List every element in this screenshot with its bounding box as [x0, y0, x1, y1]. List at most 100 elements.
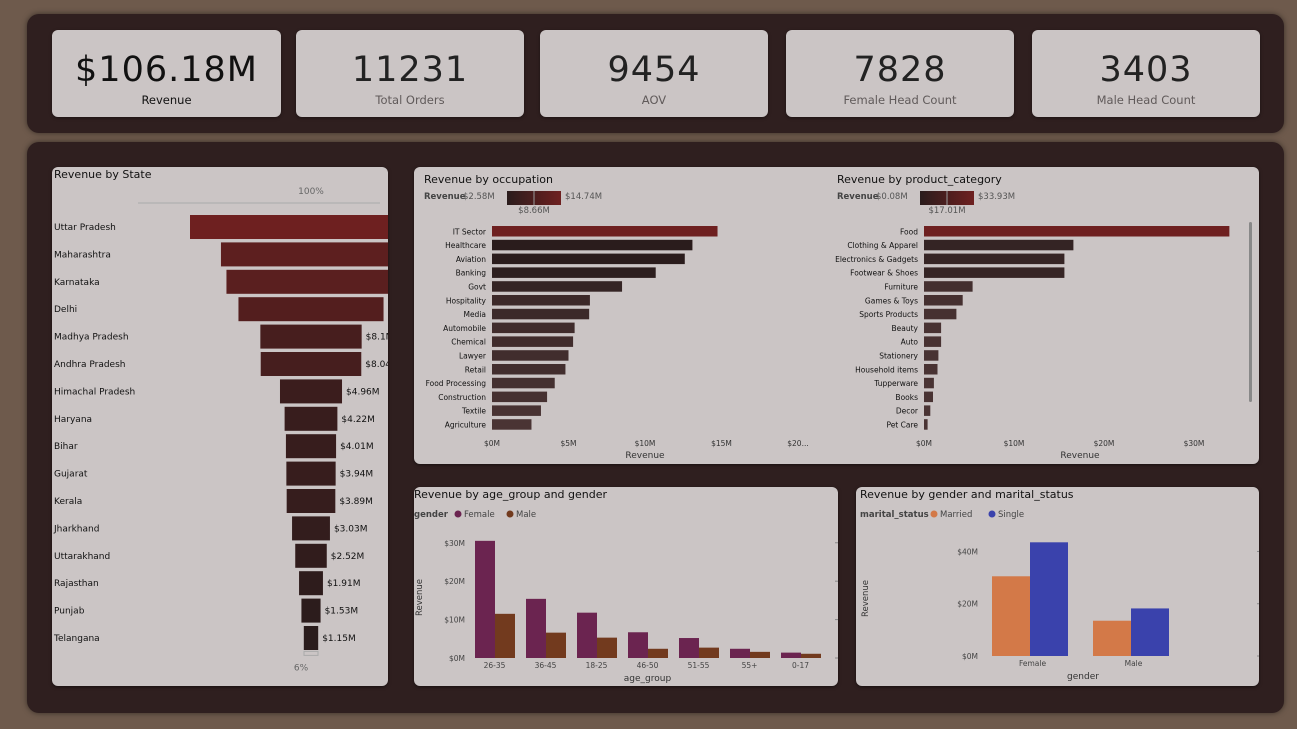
funnel-bottom-marker: [303, 650, 319, 656]
x-axis-label: gender: [1067, 672, 1099, 682]
kpi-label: Female Head Count: [843, 93, 957, 107]
category-label: Tupperware: [873, 379, 918, 388]
column-bar: [801, 653, 821, 658]
category-bar: [924, 322, 942, 334]
state-data-label: $8.04M: [365, 360, 388, 370]
scrollbar: [1249, 222, 1252, 402]
x-tick-label: $0M: [484, 439, 500, 448]
kpi-value: 9454: [607, 50, 701, 90]
kpi-card-female-head-count[interactable]: 7828 Female Head Count: [786, 30, 1014, 117]
x-tick-label: 36-45: [535, 661, 557, 670]
kpi-value: 3403: [1099, 50, 1193, 90]
x-tick-label: 55+: [742, 661, 758, 670]
category-bar: [492, 295, 590, 306]
state-data-label: $8.1M: [366, 333, 388, 343]
category-label: Auto: [901, 338, 919, 347]
kpi-value: $106.18M: [75, 50, 258, 90]
state-bar: [303, 626, 319, 650]
column-bar: [699, 647, 719, 658]
column-bar: [475, 540, 495, 658]
kpi-card-revenue[interactable]: $106.18M Revenue: [52, 30, 281, 117]
category-bar: [924, 419, 928, 430]
state-bar: [299, 571, 323, 596]
category-bar: [492, 281, 623, 292]
category-label: Construction: [438, 393, 486, 402]
x-tick-label: 26-35: [484, 661, 506, 670]
column-bar: [648, 648, 668, 658]
category-bar: [492, 377, 555, 389]
legend-mid: $8.66M: [518, 206, 550, 216]
category-bar: [492, 226, 718, 237]
category-label: Hospitality: [446, 296, 487, 305]
legend-mid: $17.01M: [928, 206, 965, 216]
x-tick-label: $20M: [1094, 439, 1115, 448]
x-axis-label: age_group: [624, 674, 672, 684]
category-bars-panel[interactable]: Revenue by occupation Revenue by product…: [414, 167, 1259, 464]
category-label: Games & Toys: [865, 296, 918, 305]
kpi-card-total-orders[interactable]: 11231 Total Orders: [296, 30, 524, 117]
legend-max: $14.74M: [565, 192, 602, 202]
column-bar: [546, 632, 566, 658]
state-label: Madhya Pradesh: [54, 333, 129, 343]
category-label: Furniture: [884, 282, 918, 291]
x-tick-label: 0-17: [792, 661, 809, 670]
kpi-label: AOV: [641, 93, 667, 107]
funnel-top-label: 100%: [298, 187, 324, 197]
column-bar: [1131, 608, 1169, 656]
x-tick-label: 18-25: [586, 661, 608, 670]
state-bar: [292, 516, 330, 541]
y-axis-label: Revenue: [415, 579, 425, 616]
category-bar: [492, 364, 566, 375]
legend-title: gender: [414, 510, 449, 520]
legend-entry: Male: [516, 510, 536, 520]
state-data-label: $3.89M: [339, 497, 373, 507]
x-tick-label: $15M: [711, 439, 732, 448]
x-tick-label: 46-50: [637, 661, 659, 670]
category-bar: [924, 377, 934, 389]
state-bar: [301, 598, 321, 623]
state-label: Uttar Pradesh: [54, 223, 116, 233]
column-bar: [526, 598, 546, 658]
state-bar: [238, 297, 384, 322]
category-label: Food Processing: [426, 379, 487, 388]
category-bar: [492, 419, 532, 430]
state-label: Gujarat: [54, 470, 88, 480]
legend-min: $0.08M: [876, 192, 908, 202]
category-label: Beauty: [892, 324, 919, 333]
kpi-card-aov[interactable]: 9454 AOV: [540, 30, 768, 117]
y-tick-label: $20M: [957, 600, 978, 609]
kpi-label: Total Orders: [375, 93, 445, 107]
category-label: Books: [895, 393, 918, 402]
state-funnel-chart: 100%Uttar Pradesh$19.35MMaharashtra$14.4…: [53, 187, 388, 673]
legend-max: $33.93M: [978, 192, 1015, 202]
state-bar: [220, 242, 388, 267]
category-bar: [492, 391, 548, 403]
x-tick-label: $0M: [916, 439, 932, 448]
column-bar: [628, 632, 648, 658]
category-label: Household items: [855, 365, 918, 374]
column-bar: [577, 612, 597, 658]
state-label: Punjab: [54, 607, 85, 617]
category-bar: [492, 322, 575, 334]
legend-entry: Single: [998, 510, 1024, 520]
gender-marital-panel[interactable]: Revenue by gender and marital_status mar…: [856, 487, 1259, 686]
kpi-card-male-head-count[interactable]: 3403 Male Head Count: [1032, 30, 1260, 117]
category-label: Decor: [896, 407, 919, 416]
category-label: Electronics & Gadgets: [835, 255, 918, 264]
x-tick-label: $5M: [560, 439, 576, 448]
age-gender-panel[interactable]: Revenue by age_group and gender gender Fe…: [414, 487, 838, 686]
category-bar: [924, 364, 938, 375]
state-funnel-panel[interactable]: Revenue by State 100%Uttar Pradesh$19.35…: [52, 167, 388, 686]
x-tick-label: 51-55: [688, 661, 710, 670]
state-data-label: $4.22M: [341, 415, 375, 425]
category-label: Automobile: [443, 324, 486, 333]
category-bar: [924, 239, 1074, 251]
category-label: Textile: [461, 407, 486, 416]
age-gender-chart: gender Female Male $0M $10M $20M $30M Revenue 26…: [414, 510, 838, 684]
legend-min: $2.58M: [463, 192, 495, 202]
state-bar: [286, 461, 336, 486]
category-label: Pet Care: [886, 420, 918, 429]
legend-entry: Female: [464, 510, 495, 520]
kpi-value: 7828: [853, 50, 947, 90]
x-tick-label: $30M: [1184, 439, 1205, 448]
